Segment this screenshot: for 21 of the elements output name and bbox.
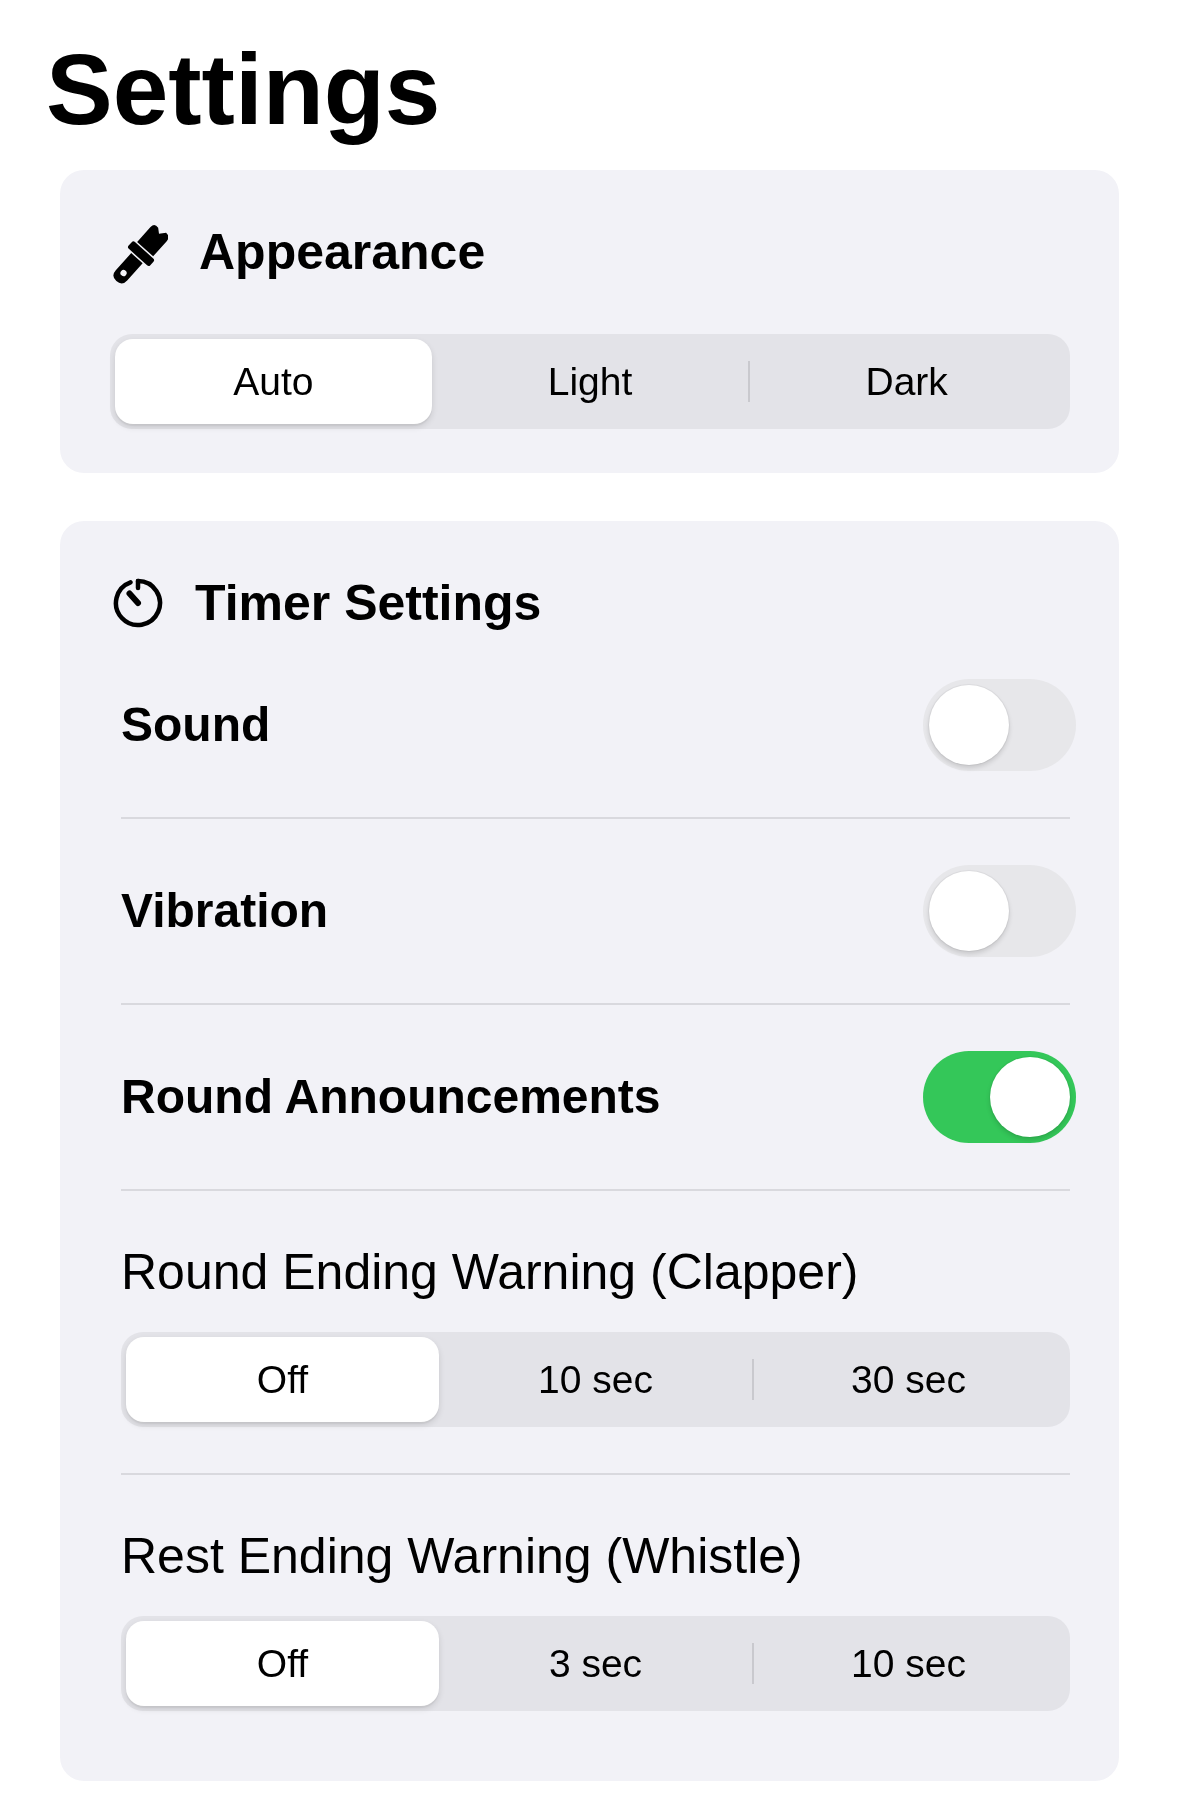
segmented-control[interactable]: Off 3 sec 10 sec (121, 1616, 1070, 1711)
setting-label: Round Announcements (121, 1069, 661, 1125)
setting-label: Vibration (121, 883, 329, 939)
segment-option[interactable]: Dark (748, 339, 1065, 424)
segment-option[interactable]: Auto (115, 339, 432, 424)
segment-option[interactable]: Off (126, 1337, 439, 1422)
segment-option[interactable]: 30 sec (752, 1337, 1065, 1422)
timer-icon (112, 577, 164, 629)
setting-label: Sound (121, 697, 271, 753)
segmented-control[interactable]: Auto Light Dark (110, 334, 1070, 429)
section-title: Timer Settings (195, 574, 542, 633)
segment-option[interactable]: 3 sec (439, 1621, 752, 1706)
section-title: Appearance (199, 223, 486, 282)
setting-label: Round Ending Warning (Clapper) (121, 1243, 859, 1301)
segment-option[interactable]: Light (431, 339, 749, 424)
segment-option[interactable]: 10 sec (752, 1621, 1065, 1706)
setting-label: Rest Ending Warning (Whistle) (121, 1527, 803, 1585)
segment-option[interactable]: 10 sec (439, 1337, 752, 1422)
page-title: Settings (46, 32, 441, 146)
segmented-control[interactable]: Off 10 sec 30 sec (121, 1332, 1070, 1427)
segment-option[interactable]: Off (126, 1621, 439, 1706)
